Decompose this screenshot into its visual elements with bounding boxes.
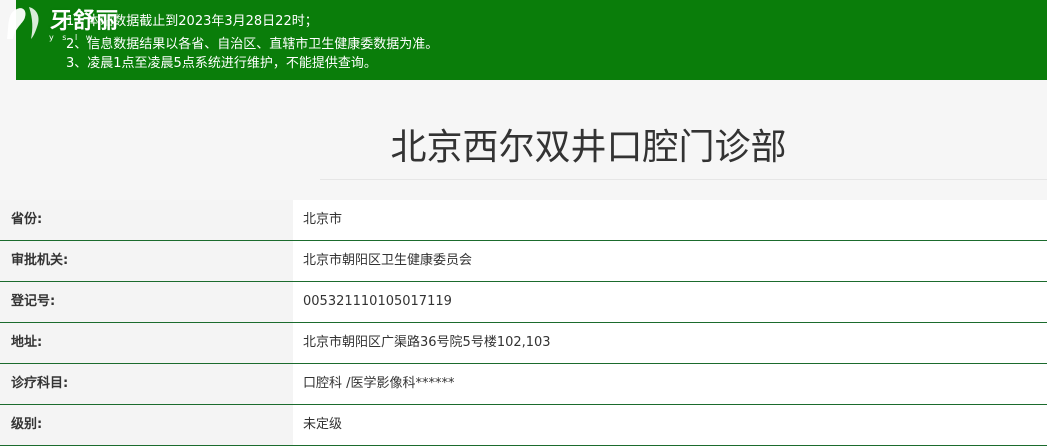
site-logo[interactable]: 牙舒丽 y s l w — [0, 0, 140, 46]
notice-line: 3、凌晨1点至凌晨5点系统进行维护，不能提供查询。 — [66, 56, 377, 71]
row-value-province: 北京市 — [293, 200, 1047, 240]
info-table: 省份: 北京市 审批机关: 北京市朝阳区卫生健康委员会 登记号: 0053211… — [0, 200, 1047, 446]
row-value-departments: 口腔科 /医学影像科****** — [293, 364, 1047, 404]
row-label-registration: 登记号: — [0, 282, 293, 322]
row-label-province: 省份: — [0, 200, 293, 240]
table-row: 级别: 未定级 — [0, 405, 1047, 446]
row-value-authority: 北京市朝阳区卫生健康委员会 — [293, 241, 1047, 281]
title-divider — [320, 179, 1047, 180]
row-value-registration: 005321110105017119 — [293, 282, 1047, 322]
logo-name: 牙舒丽 — [50, 8, 120, 34]
row-label-level: 级别: — [0, 405, 293, 445]
table-row: 省份: 北京市 — [0, 200, 1047, 241]
table-row: 诊疗科目: 口腔科 /医学影像科****** — [0, 364, 1047, 405]
row-label-address: 地址: — [0, 323, 293, 363]
row-value-address: 北京市朝阳区广渠路36号院5号楼102,103 — [293, 323, 1047, 363]
logo-subtitle: y s l w — [49, 33, 96, 42]
row-label-authority: 审批机关: — [0, 241, 293, 281]
tooth-logo-icon — [7, 7, 39, 39]
row-label-departments: 诊疗科目: — [0, 364, 293, 404]
notice-banner: 1、本站数据截止到2023年3月28日22时； 2、信息数据结果以各省、自治区、… — [16, 0, 1047, 80]
table-row: 登记号: 005321110105017119 — [0, 282, 1047, 323]
row-value-level: 未定级 — [293, 405, 1047, 445]
page-title: 北京西尔双井口腔门诊部 — [390, 127, 787, 168]
table-row: 审批机关: 北京市朝阳区卫生健康委员会 — [0, 241, 1047, 282]
table-row: 地址: 北京市朝阳区广渠路36号院5号楼102,103 — [0, 323, 1047, 364]
